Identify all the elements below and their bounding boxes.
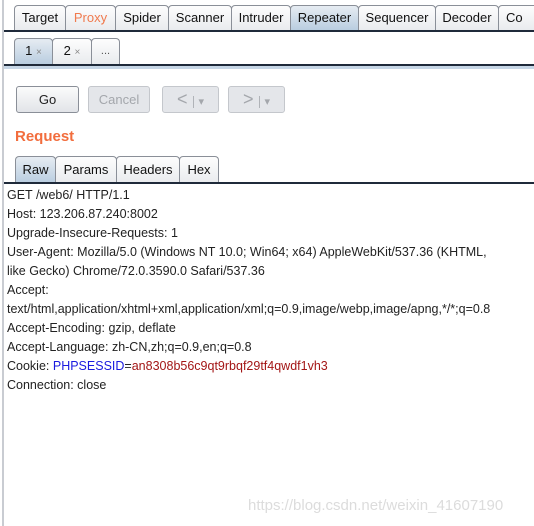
tab-sequencer[interactable]: Sequencer bbox=[358, 5, 436, 30]
back-button[interactable]: < ▾ bbox=[162, 86, 219, 113]
window-border bbox=[2, 0, 4, 526]
request-title: Request bbox=[15, 128, 75, 145]
tab-comparer[interactable]: Co bbox=[498, 5, 534, 30]
sub-tab-band bbox=[4, 66, 534, 69]
watermark: https://blog.csdn.net/weixin_41607190 bbox=[248, 497, 504, 514]
request-line: Accept: bbox=[7, 283, 49, 297]
new-tab-button[interactable]: ... bbox=[91, 38, 120, 64]
sub-tab-2[interactable]: 2 × bbox=[52, 38, 92, 64]
tab-raw[interactable]: Raw bbox=[15, 156, 56, 183]
request-line: Accept-Encoding: gzip, deflate bbox=[7, 321, 176, 335]
request-line: Host: 123.206.87.240:8002 bbox=[7, 207, 158, 221]
cookie-line: Cookie: PHPSESSID=an8308b56c9qt9rbqf29tf… bbox=[7, 359, 328, 373]
close-icon[interactable]: × bbox=[75, 47, 81, 58]
sub-tab-label: 2 bbox=[63, 43, 71, 58]
request-line: GET /web6/ HTTP/1.1 bbox=[7, 188, 130, 202]
request-line: text/html,application/xhtml+xml,applicat… bbox=[7, 302, 491, 316]
chevron-down-icon[interactable]: ▾ bbox=[259, 96, 271, 108]
request-line: like Gecko) Chrome/72.0.3590.0 Safari/53… bbox=[7, 264, 265, 278]
sub-tab-1[interactable]: 1 × bbox=[14, 38, 53, 64]
cookie-equals: = bbox=[124, 359, 132, 373]
tab-scanner[interactable]: Scanner bbox=[168, 5, 232, 30]
request-line: Connection: close bbox=[7, 378, 107, 392]
tab-headers[interactable]: Headers bbox=[116, 156, 180, 183]
tab-proxy[interactable]: Proxy bbox=[65, 5, 116, 30]
cookie-name: PHPSESSID bbox=[52, 359, 125, 373]
forward-arrow-icon: > bbox=[242, 89, 254, 109]
forward-button[interactable]: > ▾ bbox=[228, 86, 285, 113]
tab-bar-divider bbox=[4, 30, 534, 32]
go-button[interactable]: Go bbox=[16, 86, 79, 113]
request-line: User-Agent: Mozilla/5.0 (Windows NT 10.0… bbox=[7, 245, 487, 259]
request-line: Upgrade-Insecure-Requests: 1 bbox=[7, 226, 178, 240]
close-icon[interactable]: × bbox=[36, 47, 42, 58]
tab-hex[interactable]: Hex bbox=[179, 156, 219, 183]
cancel-button[interactable]: Cancel bbox=[88, 86, 150, 113]
tab-repeater[interactable]: Repeater bbox=[290, 5, 359, 30]
sub-tab-label: 1 bbox=[25, 43, 33, 58]
back-arrow-icon: < bbox=[176, 89, 188, 109]
request-line: Accept-Language: zh-CN,zh;q=0.9,en;q=0.8 bbox=[7, 340, 252, 354]
cookie-label: Cookie: bbox=[7, 359, 53, 373]
tab-params[interactable]: Params bbox=[55, 156, 117, 183]
tab-target[interactable]: Target bbox=[14, 5, 66, 30]
view-tab-divider bbox=[4, 182, 534, 184]
chevron-down-icon[interactable]: ▾ bbox=[193, 96, 205, 108]
cookie-value: an8308b56c9qt9rbqf29tf4qwdf1vh3 bbox=[131, 359, 328, 373]
tab-spider[interactable]: Spider bbox=[115, 5, 169, 30]
tab-decoder[interactable]: Decoder bbox=[435, 5, 499, 30]
tab-intruder[interactable]: Intruder bbox=[231, 5, 291, 30]
